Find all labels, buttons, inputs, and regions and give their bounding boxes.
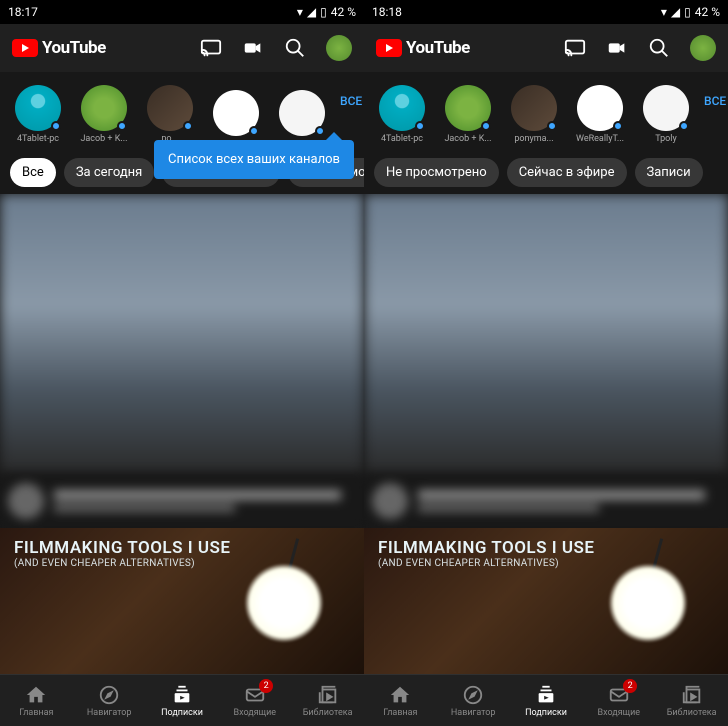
battery-icon: ▯ bbox=[684, 5, 691, 19]
chip-all[interactable]: Все bbox=[10, 158, 56, 187]
battery-icon: ▯ bbox=[320, 5, 327, 19]
camera-icon[interactable] bbox=[242, 37, 264, 59]
compass-icon bbox=[462, 684, 484, 706]
nav-inbox[interactable]: 2Входящие bbox=[582, 675, 655, 726]
cast-icon[interactable] bbox=[564, 37, 586, 59]
bottom-nav: Главная Навигатор Подписки 2Входящие Биб… bbox=[364, 674, 728, 726]
library-icon bbox=[317, 684, 339, 706]
channel-item[interactable]: ponyma... bbox=[506, 85, 562, 144]
wifi-icon: ▾ bbox=[661, 5, 667, 19]
subscriptions-icon bbox=[171, 684, 193, 706]
app-header: YouTube bbox=[0, 24, 364, 72]
compass-icon bbox=[98, 684, 120, 706]
chip-unwatched[interactable]: Не просмотрено bbox=[374, 158, 499, 187]
channel-item[interactable]: Jacob + K... bbox=[76, 85, 132, 144]
video-feed[interactable]: FILMMAKING TOOLS I USE (AND EVEN CHEAPER… bbox=[0, 194, 364, 674]
nav-home[interactable]: Главная bbox=[364, 675, 437, 726]
account-avatar[interactable] bbox=[326, 35, 352, 61]
channel-item[interactable]: 4Tablet-pc bbox=[10, 85, 66, 144]
blurred-video-meta bbox=[0, 474, 364, 528]
nav-subscriptions[interactable]: Подписки bbox=[510, 675, 583, 726]
search-icon[interactable] bbox=[284, 37, 306, 59]
video-card[interactable]: FILMMAKING TOOLS I USE (AND EVEN CHEAPER… bbox=[0, 528, 364, 674]
status-time: 18:18 bbox=[372, 5, 402, 19]
channel-strip[interactable]: 4Tablet-pc Jacob + K... po... ВСЕ bbox=[0, 72, 364, 150]
channel-item[interactable] bbox=[208, 90, 264, 139]
nav-inbox[interactable]: 2Входящие bbox=[218, 675, 291, 726]
right-screenshot: 18:18 ▾ ◢ ▯ 42 % YouTube 4Tablet-pc Jaco… bbox=[364, 0, 728, 726]
home-icon bbox=[25, 684, 47, 706]
video-title-sub: (AND EVEN CHEAPER ALTERNATIVES) bbox=[378, 558, 594, 569]
youtube-play-icon bbox=[376, 39, 402, 57]
wifi-icon: ▾ bbox=[297, 5, 303, 19]
library-icon bbox=[681, 684, 703, 706]
blurred-video-meta bbox=[364, 474, 728, 528]
youtube-logo[interactable]: YouTube bbox=[12, 38, 106, 58]
status-bar: 18:18 ▾ ◢ ▯ 42 % bbox=[364, 0, 728, 24]
all-channels-link[interactable]: ВСЕ bbox=[704, 94, 726, 108]
nav-library[interactable]: Библиотека bbox=[291, 675, 364, 726]
video-card[interactable]: FILMMAKING TOOLS I USE (AND EVEN CHEAPER… bbox=[364, 528, 728, 674]
channel-item[interactable]: Jacob + K... bbox=[440, 85, 496, 144]
nav-home[interactable]: Главная bbox=[0, 675, 73, 726]
channel-item[interactable]: Tpoly bbox=[638, 85, 694, 144]
inbox-badge: 2 bbox=[259, 679, 273, 693]
nav-explore[interactable]: Навигатор bbox=[437, 675, 510, 726]
nav-subscriptions[interactable]: Подписки bbox=[146, 675, 219, 726]
chip-live[interactable]: Сейчас в эфире bbox=[507, 158, 627, 187]
youtube-play-icon bbox=[12, 39, 38, 57]
channel-item[interactable]: WeReallyT... bbox=[572, 85, 628, 144]
subscriptions-icon bbox=[535, 684, 557, 706]
channel-item[interactable] bbox=[274, 90, 330, 139]
video-title-sub: (AND EVEN CHEAPER ALTERNATIVES) bbox=[14, 558, 230, 569]
video-title-main: FILMMAKING TOOLS I USE bbox=[14, 538, 230, 558]
app-header: YouTube bbox=[364, 24, 728, 72]
home-icon bbox=[389, 684, 411, 706]
bottom-nav: Главная Навигатор Подписки 2Входящие Биб… bbox=[0, 674, 364, 726]
channel-item[interactable]: po... bbox=[142, 85, 198, 144]
youtube-logo[interactable]: YouTube bbox=[376, 38, 470, 58]
blurred-video-thumb[interactable] bbox=[0, 194, 364, 474]
status-time: 18:17 bbox=[8, 5, 38, 19]
channel-item[interactable]: 4Tablet-pc bbox=[374, 85, 430, 144]
search-icon[interactable] bbox=[648, 37, 670, 59]
all-channels-tooltip: Список всех ваших каналов bbox=[154, 140, 354, 179]
status-bar: 18:17 ▾ ◢ ▯ 42 % bbox=[0, 0, 364, 24]
blurred-video-thumb[interactable] bbox=[364, 194, 728, 474]
nav-explore[interactable]: Навигатор bbox=[73, 675, 146, 726]
filter-chips[interactable]: Не просмотрено Сейчас в эфире Записи bbox=[364, 150, 728, 194]
camera-icon[interactable] bbox=[606, 37, 628, 59]
all-channels-link[interactable]: ВСЕ bbox=[340, 94, 362, 108]
chip-posts[interactable]: Записи bbox=[635, 158, 703, 187]
channel-strip[interactable]: 4Tablet-pc Jacob + K... ponyma... WeReal… bbox=[364, 72, 728, 150]
signal-icon: ◢ bbox=[671, 5, 680, 19]
nav-library[interactable]: Библиотека bbox=[655, 675, 728, 726]
chip-today[interactable]: За сегодня bbox=[64, 158, 154, 187]
video-title-main: FILMMAKING TOOLS I USE bbox=[378, 538, 594, 558]
battery-text: 42 % bbox=[331, 5, 356, 19]
cast-icon[interactable] bbox=[200, 37, 222, 59]
inbox-badge: 2 bbox=[623, 679, 637, 693]
account-avatar[interactable] bbox=[690, 35, 716, 61]
battery-text: 42 % bbox=[695, 5, 720, 19]
signal-icon: ◢ bbox=[307, 5, 316, 19]
video-feed[interactable]: FILMMAKING TOOLS I USE (AND EVEN CHEAPER… bbox=[364, 194, 728, 674]
left-screenshot: 18:17 ▾ ◢ ▯ 42 % YouTube 4Tablet-pc Jaco… bbox=[0, 0, 364, 726]
